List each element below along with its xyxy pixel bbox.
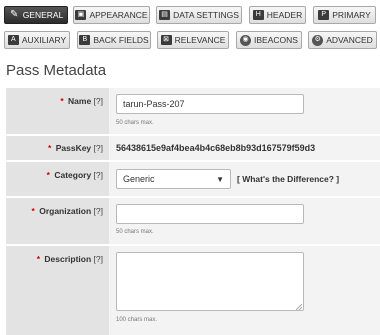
tab-data-settings-label: DATA SETTINGS bbox=[173, 10, 239, 20]
primary-icon: P bbox=[318, 10, 330, 20]
tab-header-label: HEADER bbox=[266, 10, 303, 20]
dropdown-arrow-icon: ▼ bbox=[216, 174, 224, 184]
required-marker: * bbox=[46, 170, 50, 180]
tab-primary-label: PRIMARY bbox=[332, 10, 371, 20]
required-marker: * bbox=[60, 96, 64, 106]
tab-back-fields-label: BACK FIELDS bbox=[93, 35, 149, 45]
description-hint: 100 chars max. bbox=[116, 317, 158, 323]
required-marker: * bbox=[36, 254, 41, 264]
description-row: * Description [?] 100 chars max. bbox=[6, 246, 380, 335]
category-select-value: Generic bbox=[123, 174, 155, 184]
data-icon: ▤ bbox=[159, 10, 171, 20]
tab-general[interactable]: ✎ GENERAL bbox=[4, 6, 68, 24]
organization-label: * Organization [?] bbox=[6, 198, 109, 244]
resize-handle-icon[interactable] bbox=[296, 304, 302, 310]
page-title: Pass Metadata bbox=[6, 62, 107, 79]
tab-primary[interactable]: P PRIMARY bbox=[313, 6, 376, 24]
category-select[interactable]: Generic ▼ bbox=[116, 169, 231, 189]
help-link[interactable]: [?] bbox=[94, 170, 103, 180]
description-textarea[interactable] bbox=[116, 252, 304, 311]
passkey-row: * PassKey [?] 56438615e9af4bea4b4c68eb8b… bbox=[6, 136, 380, 160]
passkey-label: * PassKey [?] bbox=[6, 136, 109, 160]
help-link[interactable]: [?] bbox=[94, 143, 103, 153]
tab-general-label: GENERAL bbox=[22, 10, 64, 20]
organization-row: * Organization [?] 50 chars max. bbox=[6, 198, 380, 244]
passkey-value: 56438615e9af4bea4b4c68eb8b93d167579f59d3 bbox=[116, 143, 316, 153]
tab-auxiliary[interactable]: A AUXILIARY bbox=[4, 31, 70, 49]
pass-metadata-form: * Name [?] tarun-Pass-207 50 chars max. … bbox=[6, 88, 380, 335]
tab-appearance-label: APPEARANCE bbox=[89, 10, 148, 20]
tab-back-fields[interactable]: B BACK FIELDS bbox=[77, 31, 151, 49]
name-label: * Name [?] bbox=[6, 88, 109, 134]
tab-advanced-label: ADVANCED bbox=[326, 35, 373, 45]
auxiliary-icon: A bbox=[7, 35, 19, 45]
gear-icon: ⚙ bbox=[312, 34, 324, 46]
category-label: * Category [?] bbox=[6, 162, 109, 196]
required-marker: * bbox=[48, 143, 52, 153]
organization-hint: 50 chars max. bbox=[116, 229, 154, 235]
help-link[interactable]: [?] bbox=[94, 96, 103, 106]
name-row: * Name [?] tarun-Pass-207 50 chars max. bbox=[6, 88, 380, 134]
header-icon: H bbox=[252, 10, 264, 20]
pencil-icon: ✎ bbox=[9, 9, 19, 20]
tab-bar: ✎ GENERAL ▣ APPEARANCE ▤ DATA SETTINGS H… bbox=[0, 0, 380, 60]
tab-relevance-label: RELEVANCE bbox=[174, 35, 226, 45]
help-link[interactable]: [?] bbox=[94, 254, 103, 264]
tab-ibeacons-label: IBEACONS bbox=[254, 35, 298, 45]
tab-relevance[interactable]: ⊠ RELEVANCE bbox=[157, 31, 229, 49]
category-row: * Category [?] Generic ▼ [ What's the Di… bbox=[6, 162, 380, 196]
tab-header[interactable]: H HEADER bbox=[249, 6, 306, 24]
whats-the-difference-link[interactable]: [ What's the Difference? ] bbox=[237, 174, 339, 184]
tab-advanced[interactable]: ⚙ ADVANCED bbox=[308, 31, 377, 49]
ibeacon-icon: ◉ bbox=[240, 34, 252, 46]
name-input[interactable]: tarun-Pass-207 bbox=[116, 94, 304, 114]
tab-ibeacons[interactable]: ◉ IBEACONS bbox=[236, 31, 302, 49]
help-link[interactable]: [?] bbox=[94, 206, 103, 216]
back-fields-icon: B bbox=[79, 35, 91, 45]
required-marker: * bbox=[31, 206, 35, 216]
name-hint: 50 chars max. bbox=[116, 120, 154, 126]
image-icon: ▣ bbox=[75, 10, 87, 20]
tab-data-settings[interactable]: ▤ DATA SETTINGS bbox=[156, 6, 242, 24]
organization-input[interactable] bbox=[116, 204, 304, 224]
relevance-icon: ⊠ bbox=[160, 35, 172, 45]
description-label: * Description [?] bbox=[6, 246, 109, 335]
tab-appearance[interactable]: ▣ APPEARANCE bbox=[73, 6, 150, 24]
tab-auxiliary-label: AUXILIARY bbox=[21, 35, 67, 45]
